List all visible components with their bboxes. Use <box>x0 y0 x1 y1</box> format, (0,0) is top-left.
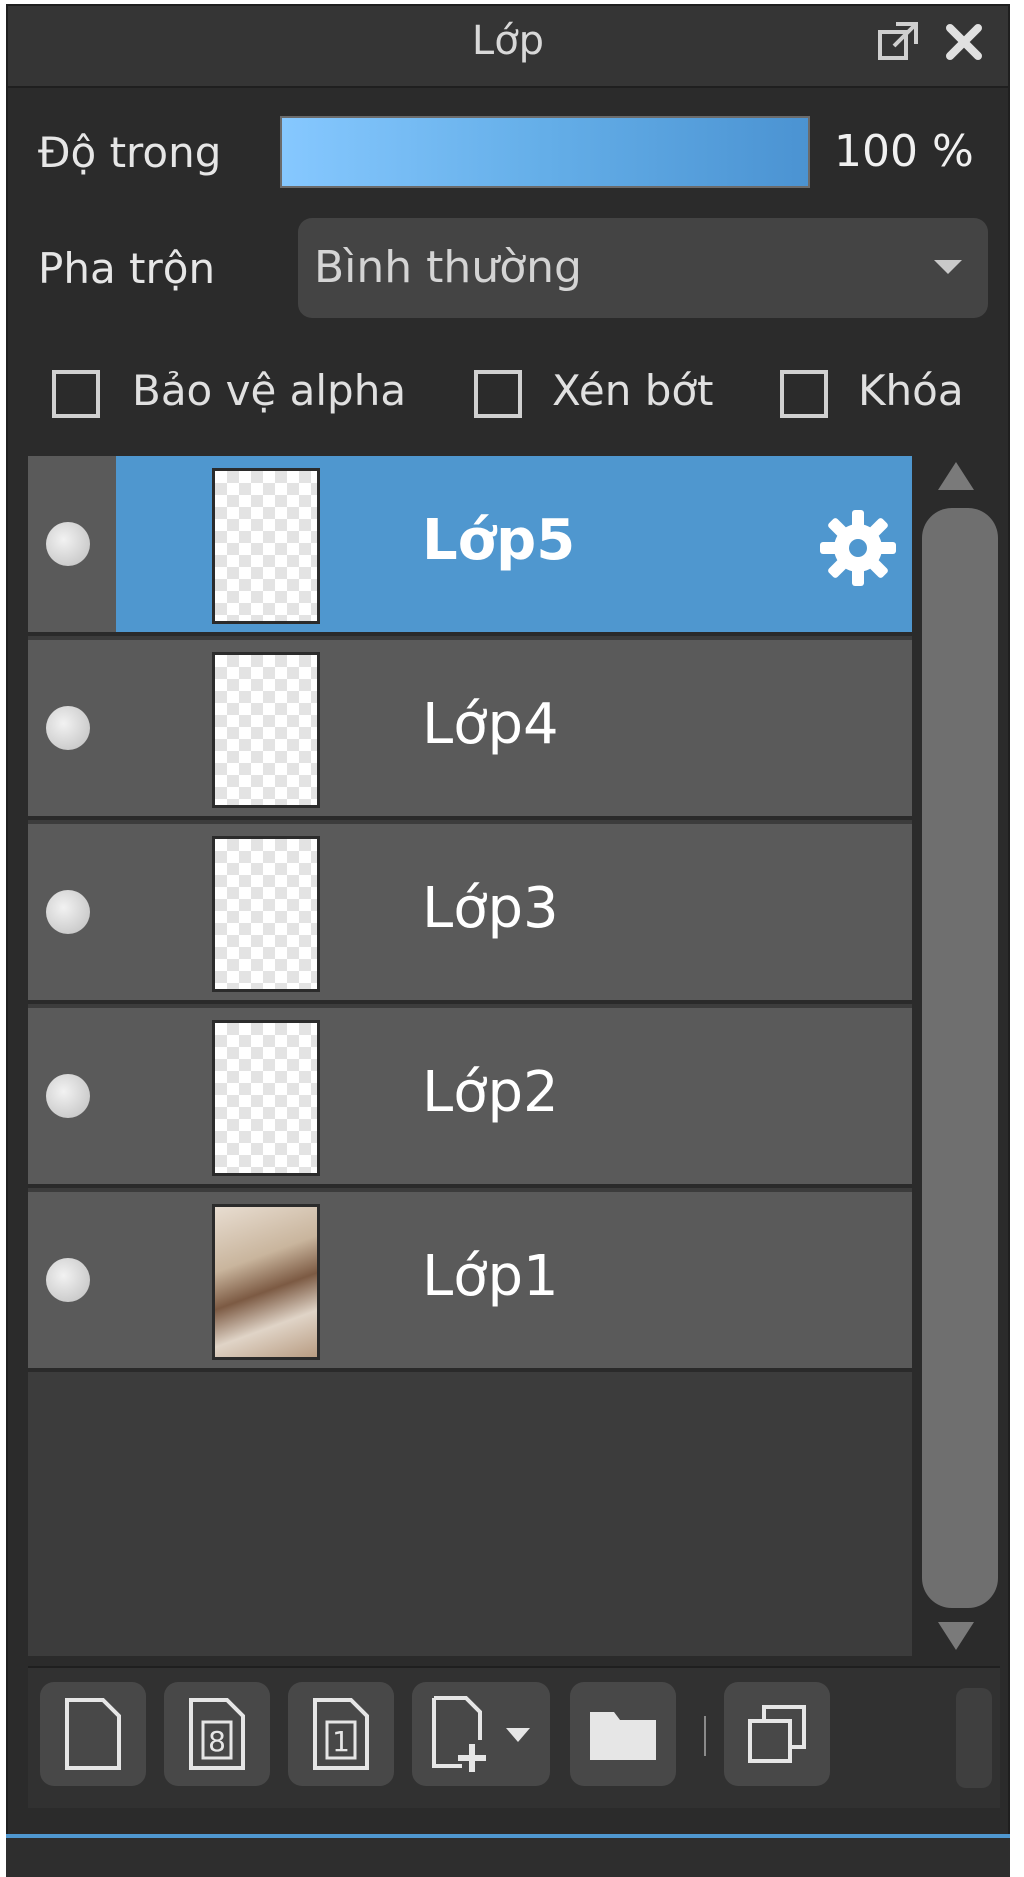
layer-row[interactable]: Lớp5 <box>28 456 912 636</box>
layer-name: Lớp4 <box>422 692 559 757</box>
scroll-down-icon[interactable] <box>938 1622 974 1650</box>
add-layer-dropdown-button[interactable] <box>412 1682 550 1786</box>
protect-alpha-label: Bảo vệ alpha <box>132 366 407 415</box>
new-folder-button[interactable] <box>570 1682 676 1786</box>
next-panel-header <box>6 1838 1010 1877</box>
chevron-down-icon <box>934 260 962 274</box>
visibility-toggle[interactable] <box>46 706 90 750</box>
layer-name: Lớp1 <box>422 1244 559 1309</box>
opacity-label: Độ trong <box>38 128 222 177</box>
toolbar-separator <box>704 1716 706 1756</box>
opacity-slider[interactable] <box>280 116 810 188</box>
new-layer-8bit-icon: 8 <box>189 1698 245 1770</box>
svg-text:8: 8 <box>208 1725 226 1758</box>
layer-row[interactable]: Lớp2 <box>28 1008 912 1188</box>
visibility-toggle[interactable] <box>46 1258 90 1302</box>
opacity-value: 100 % <box>834 126 974 177</box>
new-layer-1bit-icon: 1 <box>313 1698 369 1770</box>
duplicate-layer-icon <box>748 1705 806 1763</box>
layer-panel: Lớp Độ trong 100 % Pha trộn Bình thường … <box>6 4 1010 1874</box>
gear-icon[interactable] <box>816 506 900 590</box>
svg-text:1: 1 <box>332 1725 350 1758</box>
new-layer-icon <box>65 1698 121 1770</box>
new-8bit-layer-button[interactable]: 8 <box>164 1682 270 1786</box>
clipping-checkbox[interactable] <box>474 370 522 418</box>
scroll-up-icon[interactable] <box>938 462 974 490</box>
close-icon[interactable] <box>938 16 990 68</box>
scrollbar-thumb[interactable] <box>922 508 998 1608</box>
layer-thumbnail <box>212 1020 320 1176</box>
layer-name: Lớp5 <box>422 508 576 573</box>
layer-row[interactable]: Lớp3 <box>28 824 912 1004</box>
layer-name: Lớp3 <box>422 876 559 941</box>
layer-thumbnail <box>212 468 320 624</box>
new-layer-button[interactable] <box>40 1682 146 1786</box>
blend-mode-select[interactable]: Bình thường <box>298 218 988 318</box>
blend-label: Pha trộn <box>38 244 216 293</box>
panel-titlebar: Lớp <box>8 6 1008 88</box>
visibility-toggle[interactable] <box>46 890 90 934</box>
layer-toolbar: 8 1 <box>28 1666 1000 1808</box>
blend-mode-value: Bình thường <box>314 242 582 293</box>
layer-list: Lớp5 Lớp4 Lớp3 Lớp2 Lớp1 <box>28 456 912 1656</box>
lock-checkbox[interactable] <box>780 370 828 418</box>
popout-icon[interactable] <box>872 16 924 68</box>
duplicate-layer-button[interactable] <box>724 1682 830 1786</box>
folder-icon <box>590 1712 656 1760</box>
clipping-label: Xén bớt <box>552 366 714 415</box>
layer-row[interactable]: Lớp4 <box>28 640 912 820</box>
toolbar-scrollbar[interactable] <box>956 1688 992 1788</box>
layer-thumbnail <box>212 836 320 992</box>
layer-row[interactable]: Lớp1 <box>28 1192 912 1372</box>
lock-label: Khóa <box>858 366 964 415</box>
layer-thumbnail <box>212 1204 320 1360</box>
visibility-toggle[interactable] <box>46 522 90 566</box>
layer-thumbnail <box>212 652 320 808</box>
protect-alpha-checkbox[interactable] <box>52 370 100 418</box>
layer-name: Lớp2 <box>422 1060 559 1125</box>
add-layer-dropdown-icon <box>432 1696 530 1772</box>
new-1bit-layer-button[interactable]: 1 <box>288 1682 394 1786</box>
panel-title: Lớp <box>471 18 545 64</box>
visibility-toggle[interactable] <box>46 1074 90 1118</box>
